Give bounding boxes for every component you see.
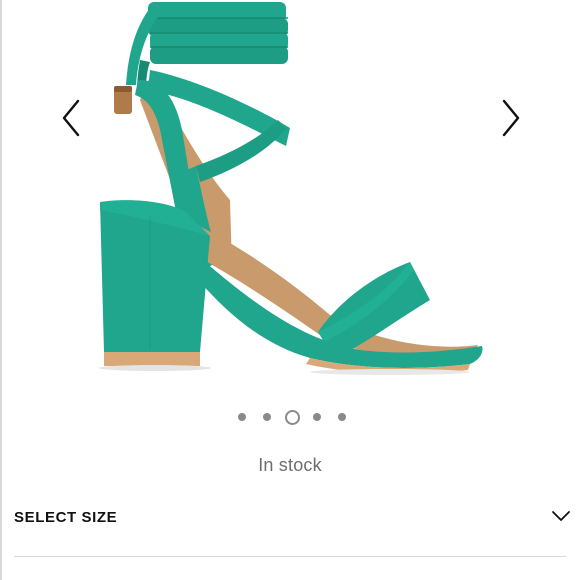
stock-status: In stock bbox=[258, 455, 322, 475]
chevron-right-icon bbox=[502, 99, 520, 137]
product-image bbox=[99, 2, 483, 375]
carousel-prev-button[interactable] bbox=[52, 95, 92, 141]
carousel-dot[interactable] bbox=[313, 413, 321, 421]
divider bbox=[14, 556, 566, 557]
carousel-dot[interactable] bbox=[338, 413, 346, 421]
carousel-dot[interactable] bbox=[238, 413, 246, 421]
chevron-left-icon bbox=[62, 99, 80, 137]
carousel-indicators bbox=[0, 407, 580, 427]
carousel-dot-active[interactable] bbox=[285, 410, 300, 425]
carousel-dot[interactable] bbox=[263, 413, 271, 421]
product-gallery[interactable] bbox=[0, 0, 580, 395]
carousel-next-button[interactable] bbox=[490, 95, 530, 141]
chevron-down-icon bbox=[552, 511, 570, 521]
select-size-dropdown[interactable]: SELECT SIZE bbox=[14, 500, 574, 540]
select-size-label: SELECT SIZE bbox=[14, 509, 118, 526]
